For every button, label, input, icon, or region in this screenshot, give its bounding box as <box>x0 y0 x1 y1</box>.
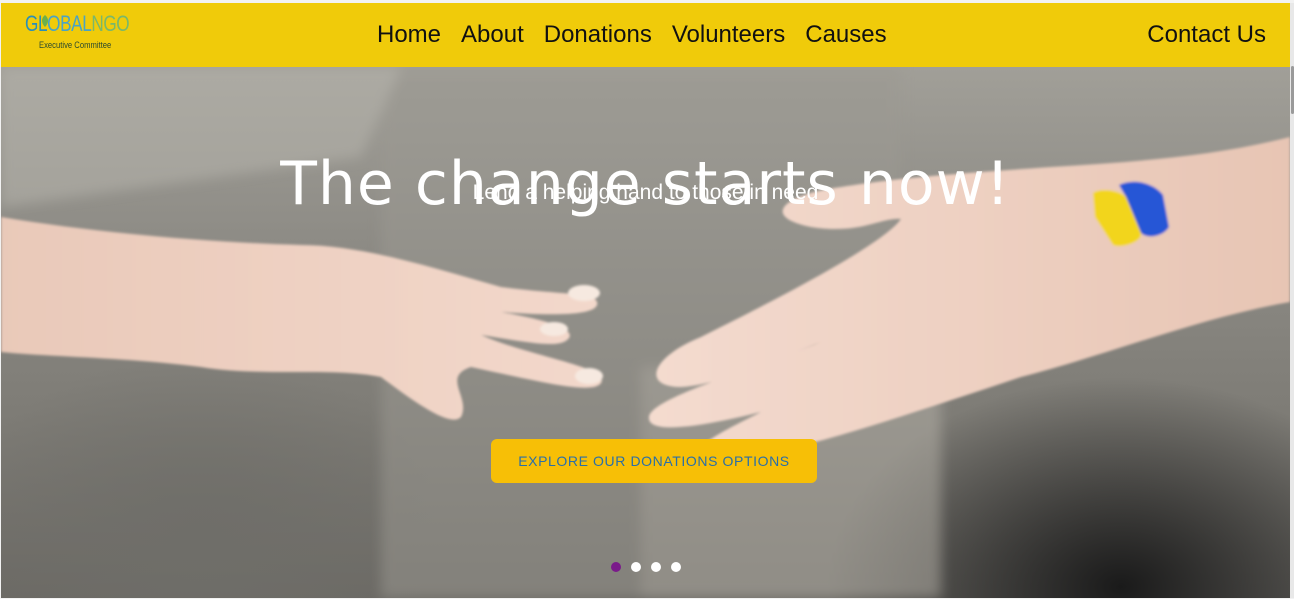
carousel-dot-4[interactable] <box>671 562 681 572</box>
main-nav: Home About Donations Volunteers Causes <box>377 21 887 49</box>
site-header: GLOBALNGO Executive Committee Home About… <box>1 3 1290 67</box>
nav-about[interactable]: About <box>461 21 524 49</box>
nav-volunteers[interactable]: Volunteers <box>672 21 785 49</box>
page: GLOBALNGO Executive Committee Home About… <box>1 3 1290 598</box>
hero-carousel: The change starts now! Lend a helping ha… <box>1 67 1290 598</box>
leaf-icon <box>42 15 48 27</box>
nav-donations[interactable]: Donations <box>544 21 652 49</box>
carousel-dot-1[interactable] <box>611 562 621 572</box>
nav-causes[interactable]: Causes <box>805 21 886 49</box>
hero-image <box>1 67 1290 598</box>
nav-home[interactable]: Home <box>377 21 441 49</box>
carousel-dot-2[interactable] <box>631 562 641 572</box>
nav-contact-us[interactable]: Contact Us <box>1147 21 1266 49</box>
explore-donations-button[interactable]: EXPLORE OUR DONATIONS OPTIONS <box>491 439 817 483</box>
logo-tagline: Executive Committee <box>39 40 112 50</box>
carousel-indicators <box>611 562 681 572</box>
carousel-dot-3[interactable] <box>651 562 661 572</box>
logo[interactable]: GLOBALNGO Executive Committee <box>25 11 130 61</box>
hero-subtitle: Lend a helping hand to those in need <box>472 181 819 204</box>
